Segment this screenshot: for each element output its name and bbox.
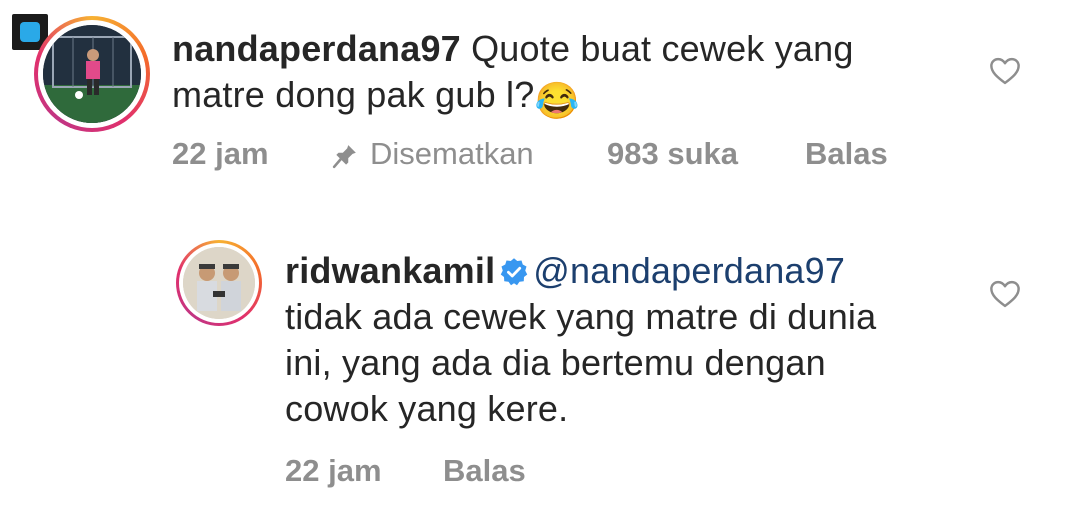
comment-text: nandaperdana97 Quote buat cewek yang mat…: [172, 26, 952, 124]
comment-meta: 22 jam Disematkan 983 suka Balas: [172, 136, 932, 176]
comment-body-line2: matre dong pak gub l?: [172, 74, 535, 115]
reply-body-line2: ini, yang ada dia bertemu dengan: [285, 342, 826, 383]
reply-button[interactable]: Balas: [443, 453, 526, 489]
comment-username[interactable]: nandaperdana97: [172, 28, 461, 69]
heart-outline-icon[interactable]: [988, 278, 1022, 308]
reply-meta: 22 jam Balas: [285, 453, 685, 493]
reply-body-line1: tidak ada cewek yang matre di dunia: [285, 296, 877, 337]
like-count[interactable]: 983 suka: [607, 136, 738, 172]
reply-body-line3: cowok yang kere.: [285, 388, 569, 429]
heart-outline-icon[interactable]: [988, 55, 1022, 85]
mention-link[interactable]: @nandaperdana97: [533, 250, 845, 291]
reply-button[interactable]: Balas: [805, 136, 888, 172]
reply-username[interactable]: ridwankamil: [285, 250, 495, 291]
reply-text: ridwankamil @nandaperdana97 tidak ada ce…: [285, 248, 985, 432]
avatar[interactable]: [176, 240, 262, 326]
verified-badge-icon: [501, 258, 528, 286]
comment-time: 22 jam: [172, 136, 269, 171]
laughing-emoji-icon: 😂: [534, 80, 580, 121]
pin-icon: [332, 141, 358, 177]
avatar[interactable]: [34, 16, 150, 132]
comment-body-line1: Quote buat cewek yang: [471, 28, 854, 69]
comment-thread: nandaperdana97 Quote buat cewek yang mat…: [0, 0, 1075, 520]
pinned-label: Disematkan: [370, 136, 534, 171]
reply-time: 22 jam: [285, 453, 382, 488]
